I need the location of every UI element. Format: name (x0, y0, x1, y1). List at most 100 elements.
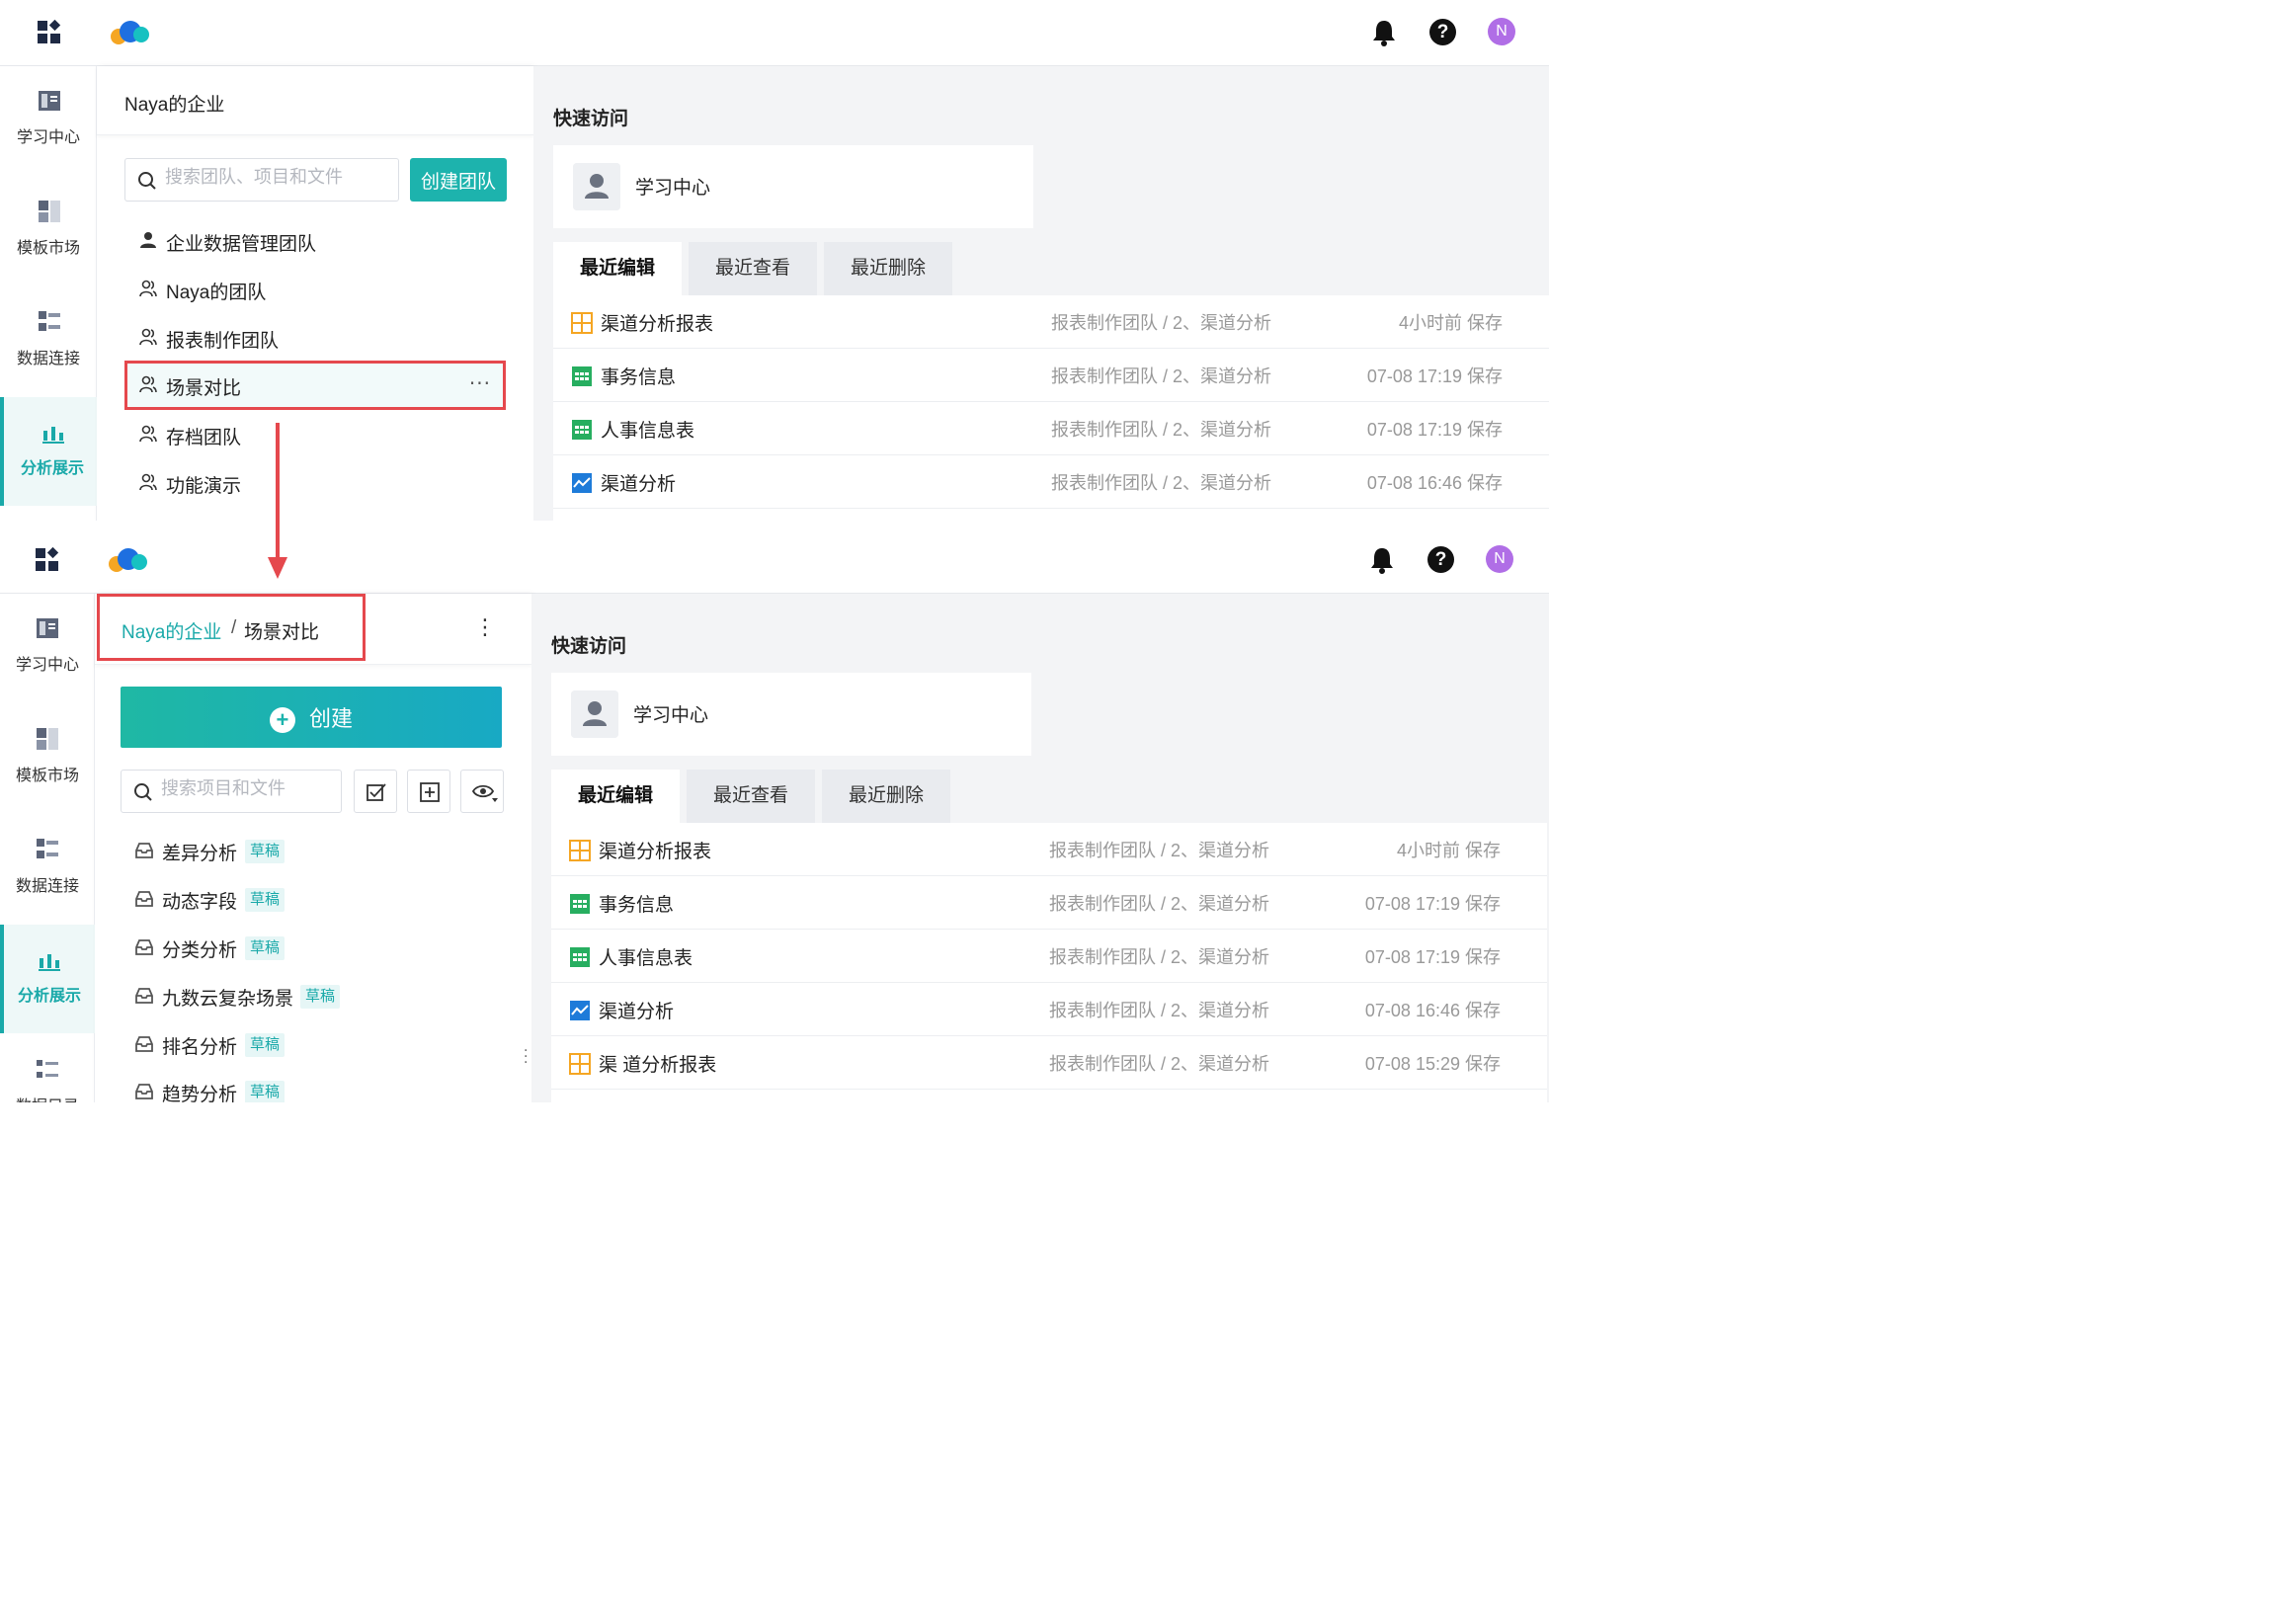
list-item[interactable]: 九数云复杂场景 草稿 (121, 972, 496, 1019)
batch-select-button[interactable] (354, 770, 397, 813)
row-name: 事务信息 (599, 895, 675, 916)
dashboard-icon (569, 1053, 591, 1075)
tab-recent-edit[interactable]: 最近编辑 (553, 242, 682, 295)
data-connect-icon (37, 839, 58, 858)
row-path: 报表制作团队 / 2、渠道分析 (1051, 366, 1272, 386)
more-vertical-icon[interactable]: ⋮ (474, 613, 496, 643)
nav-item-learning-center[interactable]: 学习中心 (0, 66, 97, 175)
nav-label: 数据连接 (15, 878, 79, 895)
nav-label: 模板市场 (16, 240, 80, 257)
apps-grid-icon[interactable] (37, 20, 62, 45)
bell-icon[interactable] (1370, 18, 1398, 47)
nav-item-data-connect[interactable]: 数据连接 (0, 815, 95, 924)
avatar[interactable]: N (1486, 545, 1513, 573)
project-search-input[interactable] (161, 778, 339, 799)
recent-list: 渠道分析报表 报表制作团队 / 2、渠道分析 4小时前 保存 事务信息 报表制作… (553, 295, 1549, 521)
team-item[interactable]: 功能演示 (124, 458, 506, 508)
nav-item-data-catalog[interactable]: 数据目录 (0, 1035, 95, 1102)
draft-badge: 草稿 (245, 936, 285, 960)
team-label: 功能演示 (166, 476, 242, 497)
list-item[interactable]: 差异分析 草稿 (121, 827, 496, 874)
book-icon (39, 91, 60, 111)
project-search-box[interactable] (121, 770, 342, 813)
project-label: 九数云复杂场景 (162, 989, 294, 1010)
row-path: 报表制作团队 / 2、渠道分析 (1049, 947, 1270, 967)
create-label: 创建 (308, 705, 353, 731)
team-item-selected[interactable]: 场景对比 ··· (124, 361, 506, 410)
tab-recent-delete[interactable]: 最近删除 (822, 770, 950, 823)
cloud-logo-icon[interactable] (107, 547, 150, 573)
team-item[interactable]: 企业数据管理团队 (124, 216, 506, 266)
checkbox-edit-icon (367, 783, 386, 801)
quick-access-label: 学习中心 (633, 705, 709, 726)
table-row[interactable]: 事务信息 报表制作团队 / 2、渠道分析 07-08 17:19 保存 (553, 349, 1549, 402)
row-time: 4小时前 保存 (1398, 313, 1503, 333)
list-item[interactable]: 动态字段 草稿 (121, 875, 496, 923)
tab-recent-edit[interactable]: 最近编辑 (551, 770, 680, 823)
cloud-logo-icon[interactable] (109, 20, 152, 45)
more-horizontal-icon[interactable]: ··· (469, 371, 491, 395)
nav-item-data-connect[interactable]: 数据连接 (0, 287, 97, 396)
org-title[interactable]: Naya的企业 (124, 90, 224, 117)
table-row[interactable]: 人事信息表 报表制作团队 / 2、渠道分析 07-08 17:19 保存 (553, 402, 1549, 455)
nav-item-analysis[interactable]: 分析展示 (0, 397, 97, 506)
row-name: 渠 道分析报表 (599, 1055, 717, 1076)
table-row[interactable]: 渠道分析报表 报表制作团队 / 2、渠道分析 4小时前 保存 (553, 295, 1549, 349)
table-row[interactable]: 渠 道分析报表 报表制作团队 / 2、渠道分析 07-08 15:29 保存 (551, 1036, 1547, 1090)
bell-icon[interactable] (1368, 545, 1396, 575)
list-item[interactable]: 排名分析 草稿 (121, 1020, 496, 1068)
nav-item-learning-center[interactable]: 学习中心 (0, 594, 95, 702)
left-nav: 学习中心 模板市场 数据连接 分析展示 (0, 66, 97, 521)
team-item[interactable]: Naya的团队 (124, 265, 506, 314)
breadcrumb-org-link[interactable]: Naya的企业 (122, 617, 221, 644)
table-row[interactable]: 人事信息表 报表制作团队 / 2、渠道分析 07-08 17:19 保存 (551, 930, 1547, 983)
tab-recent-view[interactable]: 最近查看 (687, 770, 815, 823)
nav-item-analysis[interactable]: 分析展示 (0, 925, 95, 1033)
table-icon (570, 894, 590, 914)
inbox-icon (135, 843, 153, 858)
search-icon (138, 172, 156, 190)
tab-recent-delete[interactable]: 最近删除 (824, 242, 952, 295)
view-filter-button[interactable] (460, 770, 504, 813)
help-icon[interactable]: ? (1427, 546, 1454, 573)
table-row[interactable]: 渠道分析报表 报表制作团队 / 2、渠道分析 4小时前 保存 (551, 823, 1547, 876)
team-search-box[interactable] (124, 158, 399, 202)
create-team-button[interactable]: 创建团队 (410, 158, 507, 202)
row-name: 渠道分析报表 (601, 314, 714, 335)
tab-recent-view[interactable]: 最近查看 (689, 242, 817, 295)
avatar[interactable]: N (1488, 18, 1515, 45)
scroll-handle[interactable]: · · · (524, 1044, 530, 1070)
dashboard-icon (569, 840, 591, 861)
template-icon (39, 201, 60, 222)
create-button[interactable]: + 创建 (121, 687, 502, 748)
breadcrumb-current: 场景对比 (244, 622, 320, 643)
team-item[interactable]: 报表制作团队 (124, 313, 506, 363)
row-name: 渠道分析报表 (599, 842, 712, 862)
team-item[interactable]: 存档团队 (124, 410, 506, 459)
row-time: 4小时前 保存 (1396, 841, 1501, 860)
draft-badge: 草稿 (300, 985, 341, 1009)
nav-label: 学习中心 (15, 657, 79, 674)
table-icon (572, 420, 592, 440)
draft-badge: 草稿 (245, 1033, 285, 1057)
row-path: 报表制作团队 / 2、渠道分析 (1049, 1001, 1270, 1020)
team-search-input[interactable] (165, 167, 382, 188)
row-path: 报表制作团队 / 2、渠道分析 (1051, 420, 1272, 440)
quick-access-card[interactable]: 学习中心 (551, 673, 1031, 756)
table-row[interactable]: 事务信息 报表制作团队 / 2、渠道分析 07-08 17:19 保存 (551, 876, 1547, 930)
nav-item-template-market[interactable]: 模板市场 (0, 177, 97, 285)
list-item[interactable]: 分类分析 草稿 (121, 924, 496, 971)
help-icon[interactable]: ? (1429, 19, 1456, 45)
main-content: 快速访问 学习中心 最近编辑 最近查看 最近删除 渠道分析报表 报表制作团队 /… (531, 594, 1549, 1102)
quick-access-card[interactable]: 学习中心 (553, 145, 1033, 228)
row-path: 报表制作团队 / 2、渠道分析 (1049, 1054, 1270, 1074)
top-bar: ? N (0, 525, 1549, 594)
table-row[interactable]: 渠道分析 报表制作团队 / 2、渠道分析 07-08 16:46 保存 (551, 983, 1547, 1036)
nav-item-template-market[interactable]: 模板市场 (0, 704, 95, 813)
draft-badge: 草稿 (245, 1081, 285, 1102)
list-item[interactable]: 趋势分析 草稿 (121, 1068, 496, 1102)
add-project-button[interactable] (407, 770, 450, 813)
table-row[interactable]: 渠道分析 报表制作团队 / 2、渠道分析 07-08 16:46 保存 (553, 455, 1549, 509)
apps-grid-icon[interactable] (35, 547, 60, 573)
row-time: 07-08 17:19 保存 (1364, 947, 1501, 967)
